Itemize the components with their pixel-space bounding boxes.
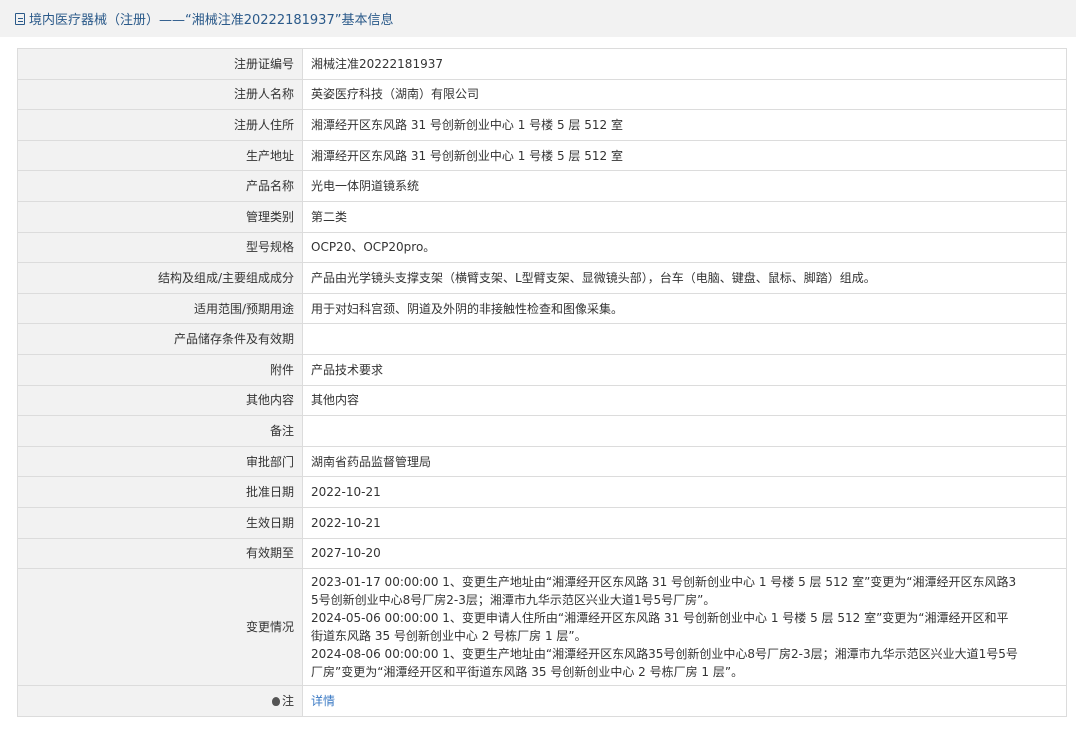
- page-title: 境内医疗器械（注册）——“湘械注准20222181937”基本信息: [29, 13, 394, 28]
- table-row: 注册证编号 湘械注准20222181937: [17, 48, 1067, 80]
- row-label: 产品储存条件及有效期: [17, 323, 303, 355]
- note-label-cell: 注: [17, 685, 303, 717]
- row-label: 管理类别: [17, 200, 303, 233]
- change-line: 厂房”变更为“湘潭经开区和平街道东风路 35 号创新创业中心 2 号栋厂房 1 …: [311, 665, 744, 680]
- table-row: 产品储存条件及有效期: [17, 323, 1067, 355]
- row-label: 生产地址: [17, 139, 303, 172]
- row-label: 注册人住所: [17, 109, 303, 141]
- table-row: 管理类别 第二类: [17, 200, 1067, 233]
- row-label: 批准日期: [17, 476, 303, 508]
- row-label: 结构及组成/主要组成成分: [17, 262, 303, 294]
- row-value: 其他内容: [302, 384, 1067, 417]
- row-label: 产品名称: [17, 170, 303, 202]
- row-value: 用于对妇科宫颈、阴道及外阴的非接触性检查和图像采集。: [302, 292, 1067, 325]
- table-row: 其他内容 其他内容: [17, 384, 1067, 417]
- change-line: 街道东风路 35 号创新创业中心 2 号栋厂房 1 层”。: [311, 629, 587, 644]
- row-label: 有效期至: [17, 537, 303, 570]
- row-value: 湘潭经开区东风路 31 号创新创业中心 1 号楼 5 层 512 室: [302, 139, 1067, 172]
- row-value: 湘潭经开区东风路 31 号创新创业中心 1 号楼 5 层 512 室: [302, 109, 1067, 141]
- table-row: 附件 产品技术要求: [17, 353, 1067, 386]
- row-value: 产品技术要求: [302, 353, 1067, 386]
- row-value: [302, 323, 1067, 355]
- change-line: 2024-08-06 00:00:00 1、变更生产地址由“湘潭经开区东风路35…: [311, 647, 1018, 662]
- row-value: 光电一体阴道镜系统: [302, 170, 1067, 202]
- row-label: 注册证编号: [17, 48, 303, 80]
- table-row: 审批部门 湖南省药品监督管理局: [17, 445, 1067, 478]
- table-row: 生效日期 2022-10-21: [17, 506, 1067, 539]
- lightbulb-icon: [271, 696, 280, 706]
- info-table: 注册证编号 湘械注准20222181937 注册人名称 英姿医疗科技（湖南）有限公司…: [17, 48, 1067, 717]
- row-label: 生效日期: [17, 506, 303, 539]
- row-label: 型号规格: [17, 231, 303, 264]
- table-row: 注册人住所 湘潭经开区东风路 31 号创新创业中心 1 号楼 5 层 512 室: [17, 109, 1067, 141]
- row-label: 备注: [17, 415, 303, 447]
- change-history-label: 变更情况: [17, 568, 303, 687]
- row-label: 附件: [17, 353, 303, 386]
- row-value: 2027-10-20: [302, 537, 1067, 570]
- row-value: 2022-10-21: [302, 476, 1067, 508]
- table-row: 注册人名称 英姿医疗科技（湖南）有限公司: [17, 78, 1067, 111]
- note-label: 注: [281, 693, 294, 708]
- table-row: 有效期至 2027-10-20: [17, 537, 1067, 570]
- change-line: 2024-05-06 00:00:00 1、变更申请人住所由“湘潭经开区东风路 …: [311, 611, 1009, 626]
- row-value: 2022-10-21: [302, 506, 1067, 539]
- row-label: 注册人名称: [17, 78, 303, 111]
- row-value: [302, 415, 1067, 447]
- document-icon: [15, 12, 25, 25]
- page-header: 境内医疗器械（注册）——“湘械注准20222181937”基本信息: [0, 0, 1076, 37]
- note-row: 注 详情: [17, 685, 1067, 717]
- note-value-cell: 详情: [302, 685, 1067, 717]
- table-row: 备注: [17, 415, 1067, 447]
- table-row: 批准日期 2022-10-21: [17, 476, 1067, 508]
- table-row: 适用范围/预期用途 用于对妇科宫颈、阴道及外阴的非接触性检查和图像采集。: [17, 292, 1067, 325]
- change-line: 5号创新创业中心8号厂房2-3层；湘潭市九华示范区兴业大道1号5号厂房”。: [311, 593, 716, 608]
- table-row: 型号规格 OCP20、OCP20pro。: [17, 231, 1067, 264]
- row-label: 其他内容: [17, 384, 303, 417]
- change-line: 2023-01-17 00:00:00 1、变更生产地址由“湘潭经开区东风路 3…: [311, 575, 1017, 590]
- row-value: 英姿医疗科技（湖南）有限公司: [302, 78, 1067, 111]
- table-row: 结构及组成/主要组成成分 产品由光学镜头支撑支架（横臂支架、L型臂支架、显微镜头部…: [17, 262, 1067, 294]
- table-row: 产品名称 光电一体阴道镜系统: [17, 170, 1067, 202]
- details-link[interactable]: 详情: [311, 694, 335, 708]
- row-value: 第二类: [302, 200, 1067, 233]
- change-history-row: 变更情况 2023-01-17 00:00:00 1、变更生产地址由“湘潭经开区…: [17, 568, 1067, 687]
- row-value: 湖南省药品监督管理局: [302, 445, 1067, 478]
- table-row: 生产地址 湘潭经开区东风路 31 号创新创业中心 1 号楼 5 层 512 室: [17, 139, 1067, 172]
- change-history-value: 2023-01-17 00:00:00 1、变更生产地址由“湘潭经开区东风路 3…: [302, 568, 1067, 687]
- row-value: 产品由光学镜头支撑支架（横臂支架、L型臂支架、显微镜头部），台车（电脑、键盘、鼠…: [302, 262, 1067, 294]
- row-label: 审批部门: [17, 445, 303, 478]
- row-value: OCP20、OCP20pro。: [302, 231, 1067, 264]
- row-label: 适用范围/预期用途: [17, 292, 303, 325]
- row-value: 湘械注准20222181937: [302, 48, 1067, 80]
